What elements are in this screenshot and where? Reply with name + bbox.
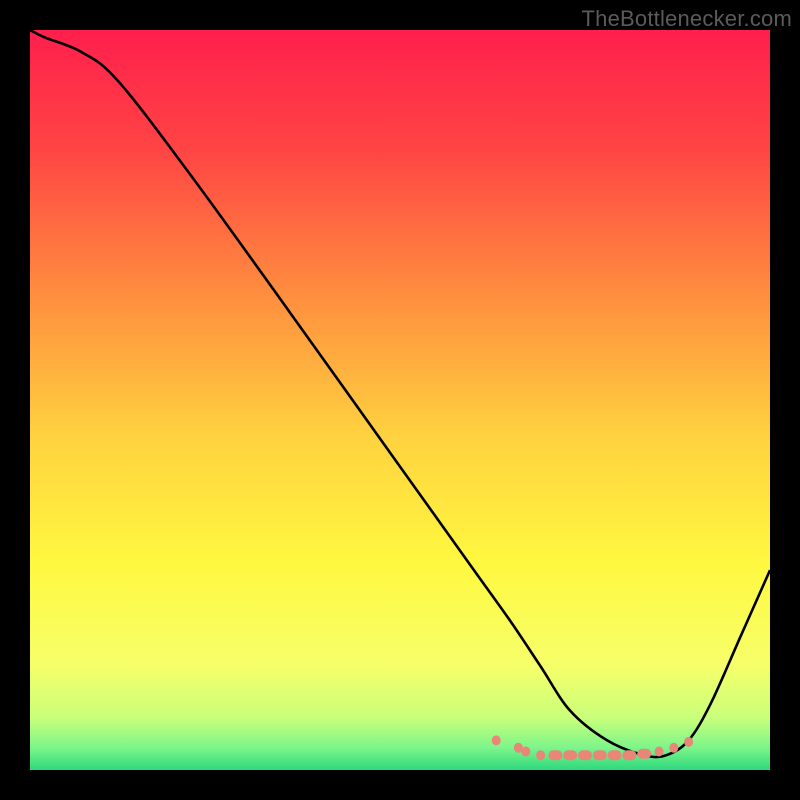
background-gradient <box>30 30 770 770</box>
plot-area <box>30 30 770 770</box>
chart-frame: TheBottlenecker.com <box>0 0 800 800</box>
credit-label: TheBottlenecker.com <box>582 6 792 32</box>
